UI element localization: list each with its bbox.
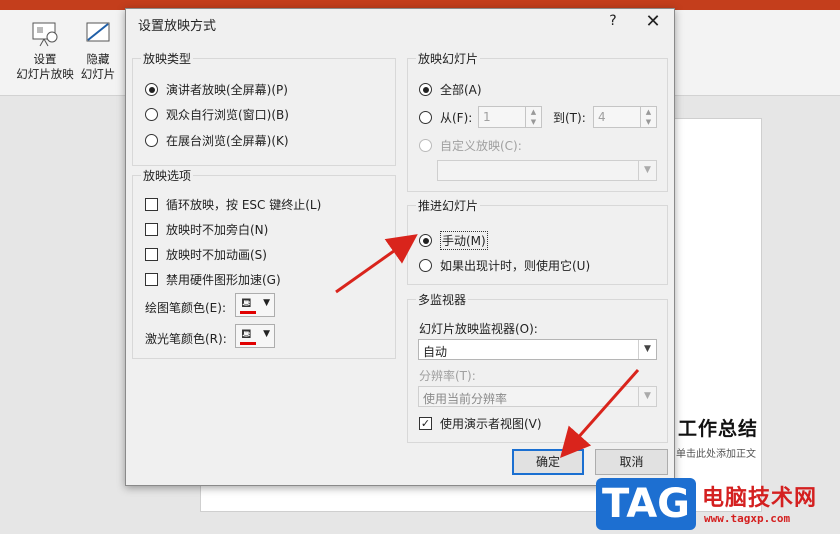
arrow-to-manual <box>335 234 418 294</box>
watermark-site-name: 电脑技术网 <box>702 486 818 511</box>
arrow-to-ok <box>560 369 640 458</box>
annotation-arrows <box>335 234 640 458</box>
watermark-url: www.tagxp.com <box>704 512 791 525</box>
watermark-tag-logo: TAG <box>596 478 696 530</box>
